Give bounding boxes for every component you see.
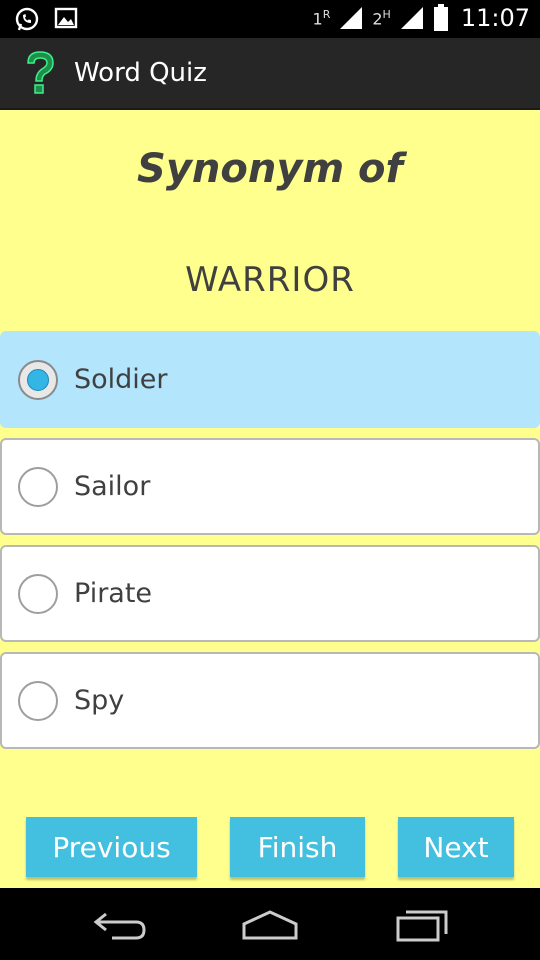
option-label: Sailor bbox=[74, 471, 151, 502]
clock: 11:07 bbox=[460, 4, 530, 32]
battery-icon bbox=[433, 4, 448, 31]
sim2-label: 2H bbox=[372, 7, 391, 29]
radio-button[interactable] bbox=[18, 573, 58, 614]
navigation-bar bbox=[0, 888, 540, 960]
option-pirate[interactable]: Pirate bbox=[0, 545, 540, 642]
option-label: Pirate bbox=[74, 578, 153, 609]
question-word: WARRIOR bbox=[185, 260, 355, 300]
next-button[interactable]: Next bbox=[398, 817, 514, 877]
radio-button[interactable] bbox=[18, 466, 58, 507]
option-spy[interactable]: Spy bbox=[0, 652, 540, 749]
question-mark-icon bbox=[27, 51, 54, 94]
status-bar: 1R 2H 11:07 bbox=[0, 0, 540, 38]
quiz-content: Synonym of WARRIOR Soldier Sailor Pirate… bbox=[0, 110, 540, 888]
home-icon[interactable] bbox=[240, 906, 300, 942]
back-icon[interactable] bbox=[92, 906, 148, 942]
previous-button[interactable]: Previous bbox=[26, 817, 197, 877]
radio-button[interactable] bbox=[18, 680, 58, 721]
sim1-label: 1R bbox=[312, 7, 331, 29]
image-icon bbox=[54, 7, 78, 29]
option-sailor[interactable]: Sailor bbox=[0, 438, 540, 535]
option-label: Soldier bbox=[74, 364, 168, 395]
option-soldier[interactable]: Soldier bbox=[0, 331, 540, 428]
app-title: Word Quiz bbox=[74, 58, 207, 88]
signal-icon bbox=[340, 7, 363, 29]
question-heading: Synonym of bbox=[137, 146, 403, 192]
answer-options: Soldier Sailor Pirate Spy bbox=[0, 331, 540, 759]
signal-icon bbox=[400, 7, 423, 29]
recent-apps-icon[interactable] bbox=[394, 906, 450, 942]
action-bar: Word Quiz bbox=[0, 38, 540, 110]
finish-button[interactable]: Finish bbox=[230, 817, 365, 877]
radio-button-checked[interactable] bbox=[18, 359, 58, 400]
option-label: Spy bbox=[74, 685, 125, 716]
whatsapp-icon bbox=[15, 7, 39, 31]
